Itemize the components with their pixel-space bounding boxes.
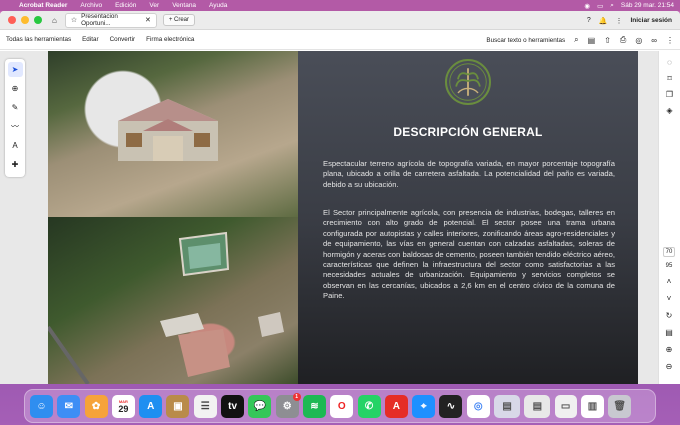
spotify-icon[interactable]: ≋ — [302, 394, 326, 418]
close-window-button[interactable] — [8, 16, 16, 24]
search-icon[interactable]: ⌕ — [610, 2, 614, 10]
tab-title: Presentacion Oportuni... — [81, 13, 118, 27]
help-icon[interactable]: ? — [587, 17, 591, 24]
whatsapp-icon[interactable]: ✆ — [357, 394, 381, 418]
calendar-icon[interactable]: MAR 29 — [111, 394, 135, 418]
zoom-out-icon[interactable]: ⊖ — [666, 362, 673, 371]
zoom-tool-icon[interactable]: ⊕ — [8, 81, 23, 96]
wifi-icon[interactable]: ◉ — [584, 2, 590, 10]
barn-illustration — [118, 99, 218, 161]
more-icon[interactable]: ⋮ — [666, 36, 674, 45]
convert-button[interactable]: Convertir — [110, 36, 136, 43]
fit-page-icon[interactable]: ▤ — [665, 328, 673, 337]
messages-icon[interactable]: 💬 — [248, 394, 272, 418]
text-select-icon[interactable]: A — [8, 138, 23, 153]
apps-grid-icon[interactable]: ⋮ — [615, 17, 622, 25]
safari-icon[interactable]: ⌖ — [412, 394, 436, 418]
signin-button[interactable]: Iniciar sesión — [630, 17, 672, 24]
page-controls: 70 95 ˄ ˅ ↻ ▤ ⊕ ⊖ — [658, 245, 680, 379]
reminders-icon[interactable]: ☰ — [193, 394, 217, 418]
upload-icon[interactable]: ⇧ — [604, 36, 611, 45]
comment-icon[interactable]: ◌ — [667, 58, 672, 67]
print-icon[interactable]: ⎙ — [620, 35, 626, 45]
total-pages: 95 — [665, 263, 673, 269]
all-tools-button[interactable]: Todas las herramientas — [6, 36, 71, 43]
bookmark-icon[interactable]: ⌑ — [667, 74, 671, 83]
pages-icon[interactable]: ❐ — [666, 90, 673, 99]
menu-app-name[interactable]: Acrobat Reader — [19, 2, 67, 9]
left-tool-rail: ➤ ⊕ ✎ 〰 A ✚ — [5, 59, 25, 177]
main-toolbar: Todas las herramientas Editar Convertir … — [0, 30, 680, 50]
menu-archivo[interactable]: Archivo — [80, 2, 102, 9]
voice-memos-icon[interactable]: ∿ — [439, 394, 463, 418]
apple-tv-icon[interactable]: tv — [221, 394, 245, 418]
document-tab[interactable]: ☆ Presentacion Oportuni... ✕ — [64, 12, 157, 28]
menu-ventana[interactable]: Ventana — [172, 2, 196, 9]
create-label: Crear — [174, 17, 190, 23]
aerial-terrain-photo — [48, 217, 298, 384]
menu-ver[interactable]: Ver — [149, 2, 159, 9]
calendar-day: 29 — [118, 403, 129, 414]
acrobat-window: ⌂ ☆ Presentacion Oportuni... ✕ + Crear ?… — [0, 11, 680, 384]
title-bar: ⌂ ☆ Presentacion Oportuni... ✕ + Crear ?… — [0, 11, 680, 30]
edit-button[interactable]: Editar — [82, 36, 98, 43]
finder-icon[interactable]: ☺ — [30, 394, 53, 418]
company-logo — [445, 59, 491, 105]
menu-edicion[interactable]: Edición — [115, 2, 136, 9]
battery-icon[interactable]: ▭ — [597, 2, 603, 10]
description-panel: DESCRIPCIÓN GENERAL Espectacular terreno… — [298, 51, 638, 384]
document-viewer: ➤ ⊕ ✎ 〰 A ✚ DESCRIPCIÓN GENERAL Espectac… — [0, 51, 680, 384]
description-paragraph-1: Espectacular terreno agrícola de topogra… — [323, 159, 615, 189]
zoom-in-icon[interactable]: ⊕ — [666, 345, 673, 354]
system-settings-icon[interactable]: ⚙ 1 — [275, 392, 301, 418]
mac-dock: ☺ ✉ ✿ MAR 29 A ▣ ☰ tv 💬 ⚙ 1 ≋ O ✆ A ⌖ ∿ ◎… — [24, 389, 656, 423]
menu-ayuda[interactable]: Ayuda — [209, 2, 227, 9]
clock-text[interactable]: Sáb 29 mar. 21:54 — [621, 2, 674, 9]
layers-icon[interactable]: ◈ — [666, 106, 672, 115]
page-down-icon[interactable]: ˅ — [667, 294, 672, 303]
description-paragraph-2: El Sector principalmente agrícola, con p… — [323, 208, 615, 301]
mac-menubar: Acrobat Reader Archivo Edición Ver Venta… — [0, 0, 680, 11]
link-icon[interactable]: ∞ — [651, 36, 657, 45]
recent-window-2[interactable]: ▤ — [524, 394, 551, 418]
farm-building-photo — [48, 51, 298, 217]
archive-icon[interactable]: ▣ — [166, 394, 190, 418]
recent-window-3[interactable]: ▭ — [554, 394, 577, 418]
chrome-icon[interactable]: ◎ — [466, 394, 490, 418]
recent-window-1[interactable]: ▤ — [494, 394, 521, 418]
share-icon[interactable]: ◎ — [635, 36, 642, 45]
settings-badge: 1 — [292, 392, 301, 401]
current-page-field[interactable]: 70 — [662, 247, 676, 257]
photos-icon[interactable]: ✿ — [84, 394, 108, 418]
search-icon[interactable]: ⌕ — [574, 35, 578, 45]
page-up-icon[interactable]: ˄ — [667, 277, 672, 286]
select-cursor-icon[interactable]: ➤ — [7, 62, 23, 77]
trash-icon[interactable]: 🗑 — [608, 394, 632, 418]
opera-icon[interactable]: O — [330, 394, 354, 418]
refresh-icon[interactable]: ↻ — [666, 311, 673, 320]
close-tab-icon[interactable]: ✕ — [145, 16, 151, 24]
notifications-icon[interactable]: 🔔 — [599, 17, 608, 25]
acrobat-icon[interactable]: A — [384, 394, 408, 418]
terrain-illustration — [48, 231, 284, 384]
minimize-window-button[interactable] — [21, 16, 29, 24]
recent-window-4[interactable]: ▥ — [580, 394, 604, 418]
pdf-page: DESCRIPCIÓN GENERAL Espectacular terreno… — [48, 51, 638, 384]
save-icon[interactable]: ▤ — [588, 36, 596, 45]
search-tools-label[interactable]: Buscar texto o herramientas — [486, 37, 565, 44]
zoom-window-button[interactable] — [34, 16, 42, 24]
stamp-tool-icon[interactable]: ✚ — [8, 157, 23, 172]
pen-tool-icon[interactable]: ✎ — [8, 100, 23, 115]
home-icon[interactable]: ⌂ — [52, 16, 57, 25]
app-store-icon[interactable]: A — [139, 394, 163, 418]
draw-tool-icon[interactable]: 〰 — [8, 119, 23, 134]
mail-icon[interactable]: ✉ — [57, 394, 81, 418]
create-button[interactable]: + Crear — [162, 14, 196, 26]
e-signature-button[interactable]: Firma electrónica — [146, 36, 194, 43]
section-heading: DESCRIPCIÓN GENERAL — [393, 125, 543, 139]
star-icon[interactable]: ☆ — [71, 16, 77, 24]
